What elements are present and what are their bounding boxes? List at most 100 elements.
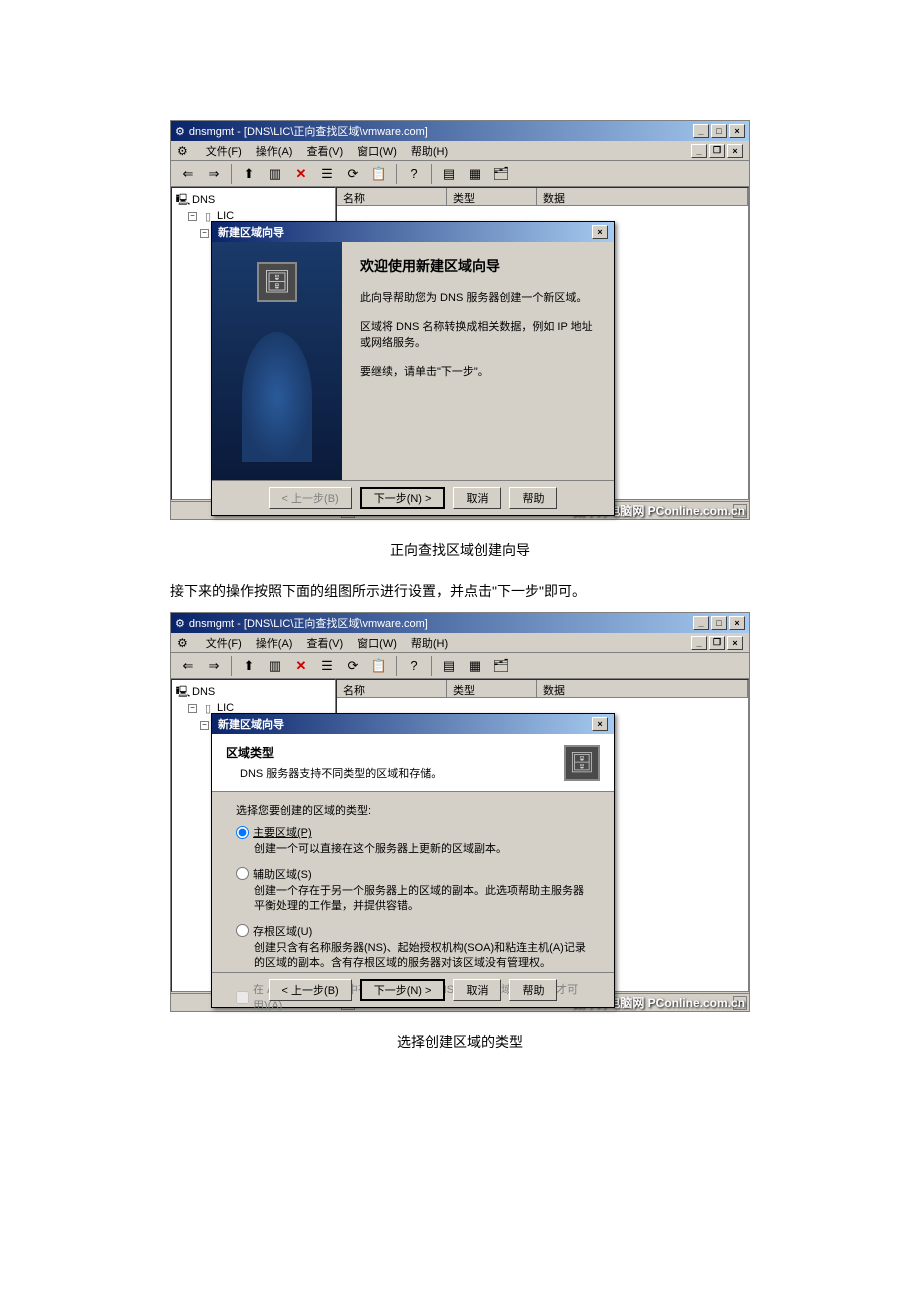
screenshot-2: ⚙ dnsmgmt - [DNS\LIC\正向查找区域\vmware.com] … <box>170 612 750 1012</box>
app-title: dnsmgmt - [DNS\LIC\正向查找区域\vmware.com] <box>189 123 428 139</box>
refresh-button[interactable]: ⟳ <box>342 163 364 185</box>
detail-button[interactable]: ▦ <box>464 655 486 677</box>
help-button[interactable]: ? <box>403 655 425 677</box>
forward-button[interactable]: ⇒ <box>203 163 225 185</box>
back-button[interactable]: ⇐ <box>177 163 199 185</box>
filter-button[interactable]: 🗂 <box>490 655 512 677</box>
minimize-button[interactable]: _ <box>693 616 709 630</box>
menu-view[interactable]: 查看(V) <box>306 635 343 651</box>
select-label: 选择您要创建的区域的类型: <box>236 802 590 818</box>
help-button[interactable]: ? <box>403 163 425 185</box>
wizard-title: 新建区域向导 <box>218 716 592 732</box>
menu-help[interactable]: 帮助(H) <box>411 143 448 159</box>
menu-icon: ⚙ <box>177 144 188 158</box>
menu-file[interactable]: 文件(F) <box>206 143 242 159</box>
menu-window[interactable]: 窗口(W) <box>357 143 397 159</box>
separator <box>231 656 232 676</box>
col-name[interactable]: 名称 <box>337 680 447 697</box>
delete-button[interactable]: ✕ <box>290 655 312 677</box>
show-hide-button[interactable]: ▥ <box>264 163 286 185</box>
list-button[interactable]: ▤ <box>438 163 460 185</box>
tree-root[interactable]: 🖳DNS <box>176 684 331 700</box>
scroll-right-button[interactable]: ► <box>733 996 747 1010</box>
up-button[interactable]: ⬆ <box>238 163 260 185</box>
separator <box>431 656 432 676</box>
filter-button[interactable]: 🗂 <box>490 163 512 185</box>
col-data[interactable]: 数据 <box>537 188 748 205</box>
doc-restore[interactable]: ❐ <box>709 144 725 158</box>
refresh-button[interactable]: ⟳ <box>342 655 364 677</box>
tree-root[interactable]: 🖳DNS <box>176 192 331 208</box>
cancel-button[interactable]: 取消 <box>453 979 501 1001</box>
titlebar: ⚙ dnsmgmt - [DNS\LIC\正向查找区域\vmware.com] … <box>171 121 749 141</box>
col-data[interactable]: 数据 <box>537 680 748 697</box>
menu-view[interactable]: 查看(V) <box>306 143 343 159</box>
description-text: 接下来的操作按照下面的组图所示进行设置，并点击"下一步"即可。 <box>170 580 750 602</box>
help-button[interactable]: 帮助 <box>509 979 557 1001</box>
opt2-description: 创建一个存在于另一个服务器上的区域的副本。此选项帮助主服务器平衡处理的工作量，并… <box>254 884 590 915</box>
doc-close[interactable]: × <box>727 636 743 650</box>
close-button[interactable]: × <box>729 616 745 630</box>
separator <box>396 656 397 676</box>
wizard-close-button[interactable]: × <box>592 225 608 239</box>
maximize-button[interactable]: □ <box>711 124 727 138</box>
wizard-p1: 此向导帮助您为 DNS 服务器创建一个新区域。 <box>360 290 596 307</box>
scroll-right-button[interactable]: ► <box>733 504 747 518</box>
radio-secondary-zone[interactable]: 辅助区域(S) <box>236 866 590 882</box>
cancel-button[interactable]: 取消 <box>453 487 501 509</box>
back-button[interactable]: < 上一步(B) <box>269 979 352 1001</box>
back-button[interactable]: ⇐ <box>177 655 199 677</box>
wizard-subheading: DNS 服务器支持不同类型的区域和存储。 <box>240 765 564 781</box>
wizard-server-icon: 🗄 <box>564 745 600 781</box>
app-icon: ⚙ <box>175 617 185 630</box>
doc-minimize[interactable]: _ <box>691 144 707 158</box>
next-button[interactable]: 下一步(N) > <box>360 979 446 1001</box>
menu-help[interactable]: 帮助(H) <box>411 635 448 651</box>
app-icon: ⚙ <box>175 125 185 138</box>
doc-minimize[interactable]: _ <box>691 636 707 650</box>
wizard-title: 新建区域向导 <box>218 224 592 240</box>
menu-file[interactable]: 文件(F) <box>206 635 242 651</box>
menu-icon: ⚙ <box>177 636 188 650</box>
wizard-titlebar: 新建区域向导 × <box>212 222 614 242</box>
show-hide-button[interactable]: ▥ <box>264 655 286 677</box>
detail-button[interactable]: ▦ <box>464 163 486 185</box>
forward-button[interactable]: ⇒ <box>203 655 225 677</box>
export-button[interactable]: 📋 <box>368 163 390 185</box>
properties-button[interactable]: ☰ <box>316 163 338 185</box>
radio-stub-zone[interactable]: 存根区域(U) <box>236 923 590 939</box>
separator <box>231 164 232 184</box>
wizard-close-button[interactable]: × <box>592 717 608 731</box>
opt1-description: 创建一个可以直接在这个服务器上更新的区域副本。 <box>254 842 590 857</box>
list-button[interactable]: ▤ <box>438 655 460 677</box>
back-button: < 上一步(B) <box>269 487 352 509</box>
wizard-p3: 要继续，请单击"下一步"。 <box>360 364 596 381</box>
maximize-button[interactable]: □ <box>711 616 727 630</box>
delete-button[interactable]: ✕ <box>290 163 312 185</box>
doc-close[interactable]: × <box>727 144 743 158</box>
app-title: dnsmgmt - [DNS\LIC\正向查找区域\vmware.com] <box>189 615 428 631</box>
wizard-server-icon: 🗄 <box>257 262 297 302</box>
help-button[interactable]: 帮助 <box>509 487 557 509</box>
menubar: ⚙ 文件(F) 操作(A) 查看(V) 窗口(W) 帮助(H) _ ❐ × <box>171 141 749 161</box>
menu-window[interactable]: 窗口(W) <box>357 635 397 651</box>
up-button[interactable]: ⬆ <box>238 655 260 677</box>
menu-action[interactable]: 操作(A) <box>256 635 293 651</box>
next-button[interactable]: 下一步(N) > <box>360 487 446 509</box>
col-name[interactable]: 名称 <box>337 188 447 205</box>
toolbar: ⇐ ⇒ ⬆ ▥ ✕ ☰ ⟳ 📋 ? ▤ ▦ 🗂 <box>171 653 749 679</box>
minimize-button[interactable]: _ <box>693 124 709 138</box>
separator <box>431 164 432 184</box>
wizard-header: 区域类型 DNS 服务器支持不同类型的区域和存储。 🗄 <box>212 734 614 792</box>
wizard-dialog: 新建区域向导 × 区域类型 DNS 服务器支持不同类型的区域和存储。 🗄 选择您… <box>211 713 615 1008</box>
doc-restore[interactable]: ❐ <box>709 636 725 650</box>
radio-primary-zone[interactable]: 主要区域(P) <box>236 824 590 840</box>
close-button[interactable]: × <box>729 124 745 138</box>
wizard-titlebar: 新建区域向导 × <box>212 714 614 734</box>
export-button[interactable]: 📋 <box>368 655 390 677</box>
separator <box>396 164 397 184</box>
col-type[interactable]: 类型 <box>447 680 537 697</box>
col-type[interactable]: 类型 <box>447 188 537 205</box>
properties-button[interactable]: ☰ <box>316 655 338 677</box>
menu-action[interactable]: 操作(A) <box>256 143 293 159</box>
